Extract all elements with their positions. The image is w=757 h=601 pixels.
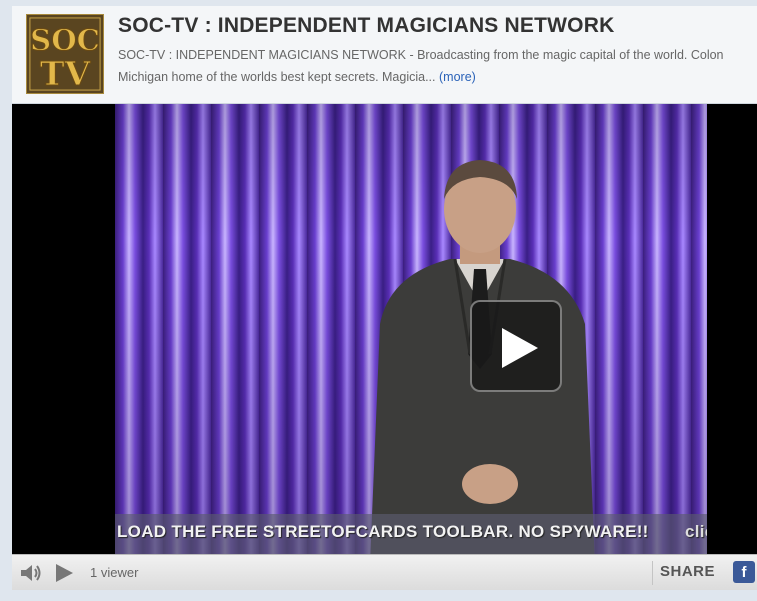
video-frame[interactable]: LOAD THE FREE STREETOFCARDS TOOLBAR. NO … [115,104,707,554]
ticker-text: LOAD THE FREE STREETOFCARDS TOOLBAR. NO … [117,522,649,541]
svg-text:TV: TV [40,54,92,93]
volume-icon[interactable] [20,563,42,583]
facebook-icon[interactable]: f [733,561,755,583]
small-play-icon[interactable] [54,563,74,583]
description-text: SOC-TV : INDEPENDENT MAGICIANS NETWORK -… [118,48,724,84]
share-button[interactable]: SHARE [660,563,715,580]
channel-header: SOC TV SOC-TV : INDEPENDENT MAGICIANS NE… [12,6,757,104]
svg-text:SOC: SOC [30,23,100,57]
channel-logo[interactable]: SOC TV [26,14,104,94]
more-link[interactable]: (more) [439,70,476,84]
channel-description: SOC-TV : INDEPENDENT MAGICIANS NETWORK -… [118,44,738,88]
play-icon [502,328,538,368]
embed-frame: SOC TV SOC-TV : INDEPENDENT MAGICIANS NE… [0,0,757,601]
soc-tv-logo-icon: SOC TV [27,15,103,93]
ticker-tail: clic [685,522,707,541]
channel-title[interactable]: SOC-TV : INDEPENDENT MAGICIANS NETWORK [118,14,614,38]
controls-divider [652,561,653,585]
video-ticker: LOAD THE FREE STREETOFCARDS TOOLBAR. NO … [115,514,707,554]
player-controls: 1 viewer SHARE f [12,554,757,590]
video-player[interactable]: LOAD THE FREE STREETOFCARDS TOOLBAR. NO … [12,104,757,554]
play-button[interactable] [470,300,562,392]
viewer-count: 1 viewer [90,565,139,580]
